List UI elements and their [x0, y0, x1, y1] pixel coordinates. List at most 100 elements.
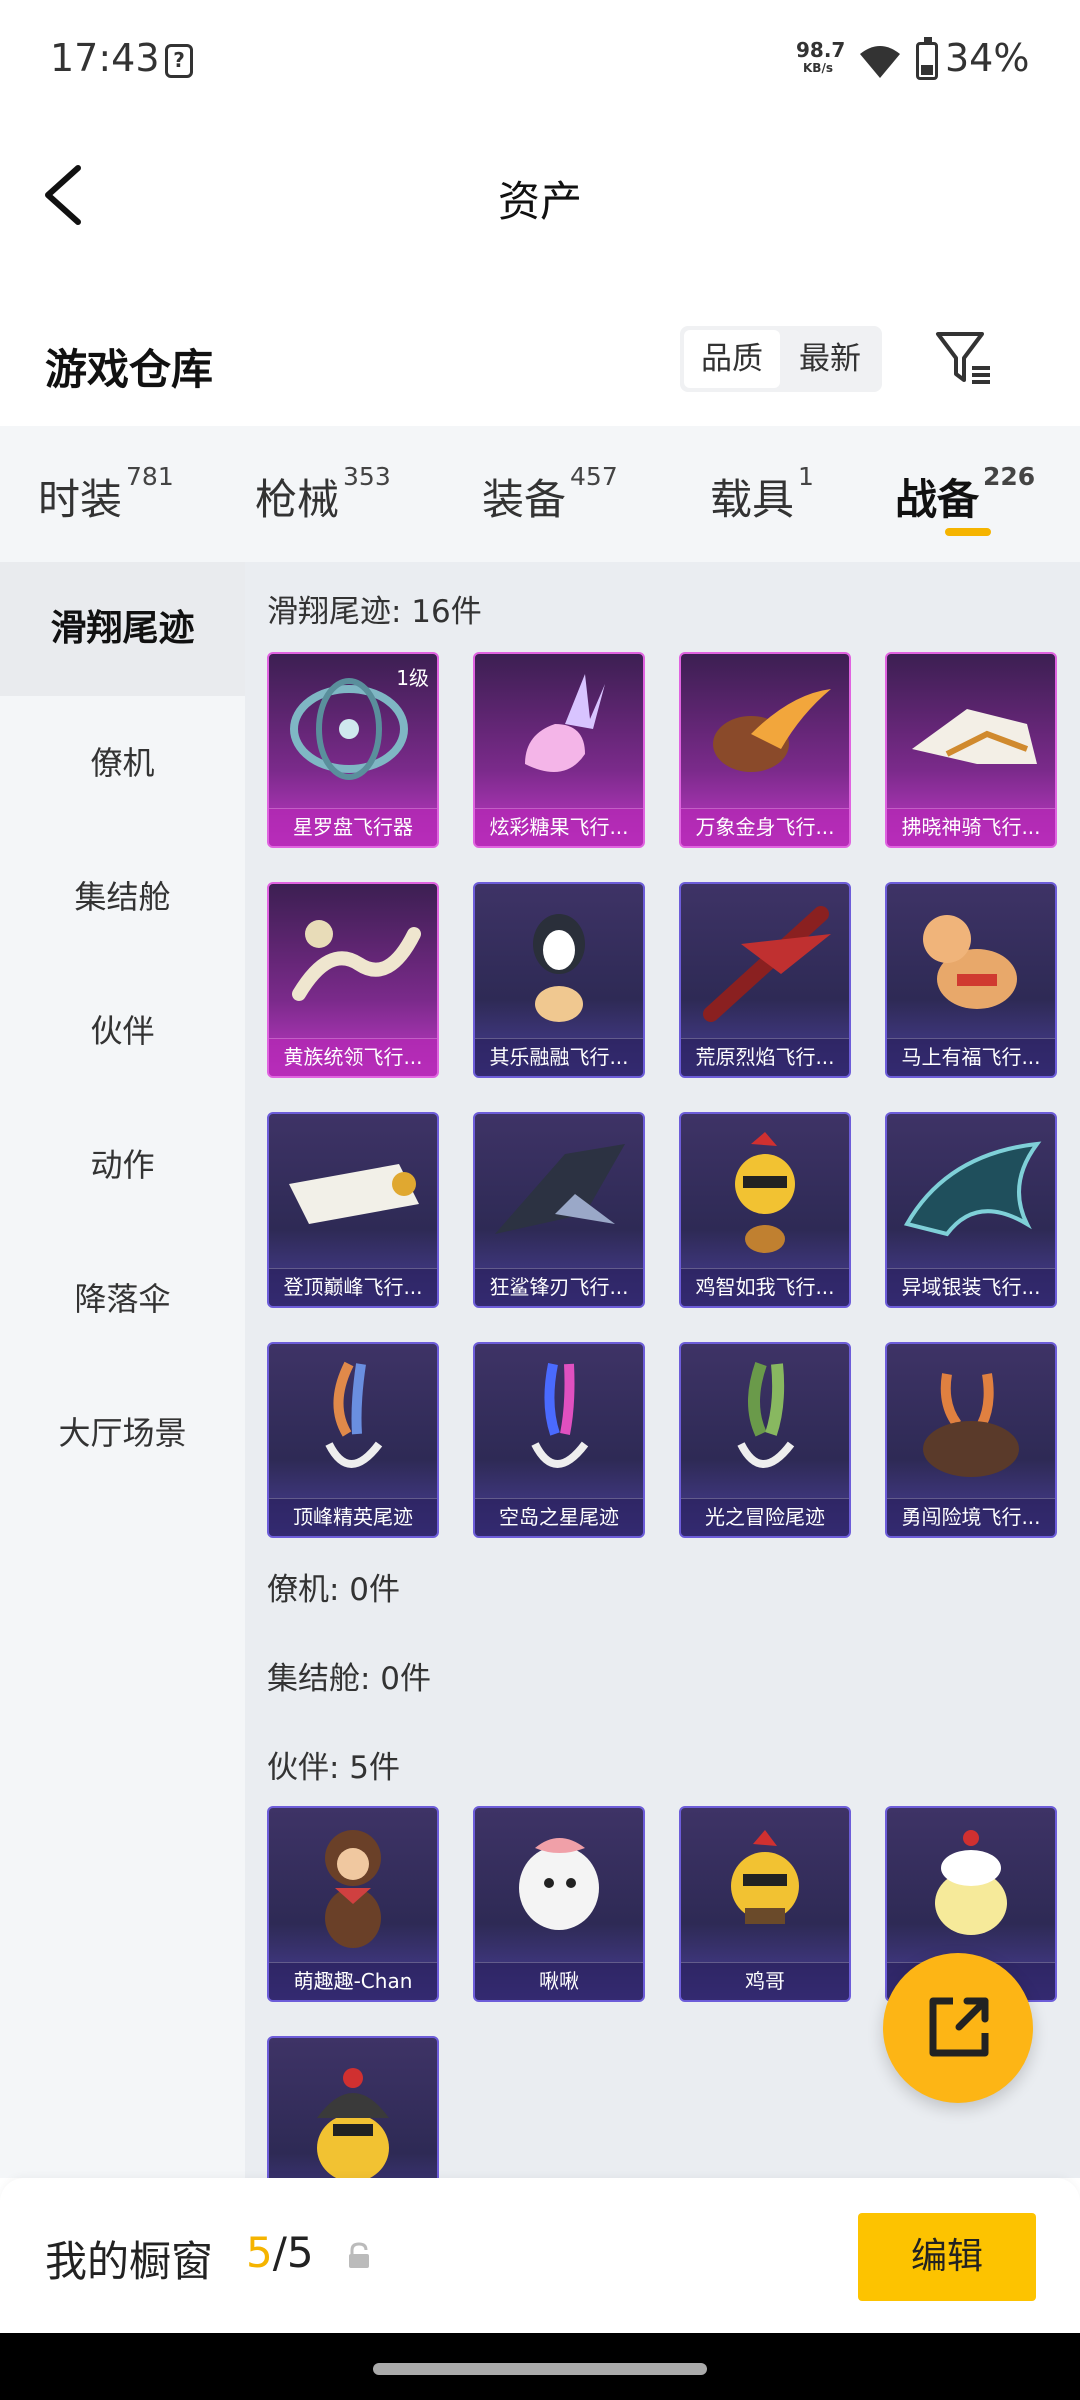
item-card[interactable]: 马上有福飞行...	[885, 882, 1057, 1078]
elite-trail-icon	[325, 1361, 383, 1468]
item-card[interactable]: 其乐融融飞行...	[473, 882, 645, 1078]
sidebar-item-emote[interactable]: 动作	[0, 1098, 245, 1232]
item-card[interactable]: 勇闯险境飞行...	[885, 1342, 1057, 1538]
horse-aircraft-icon	[923, 915, 1017, 1009]
item-name: 顶峰精英尾迹	[269, 1498, 437, 1536]
tab-combat-gear[interactable]: 战备 226	[895, 462, 1035, 527]
sort-by-quality-button[interactable]: 品质	[684, 330, 780, 388]
tab-vehicles[interactable]: 载具 1	[710, 462, 814, 527]
sort-toggle: 品质 最新	[680, 326, 882, 392]
group-title-wingman: 僚机: 0件	[267, 1572, 401, 1608]
showcase-separator: /	[272, 2228, 287, 2277]
item-name: 其乐融融飞行...	[475, 1038, 643, 1076]
share-fab[interactable]	[883, 1953, 1033, 2103]
lock-icon	[349, 2242, 369, 2268]
item-name: 啾啾	[475, 1962, 643, 2000]
active-tab-indicator	[945, 528, 991, 536]
page-title: 资产	[497, 177, 582, 226]
chicken-aircraft-icon	[735, 1132, 795, 1253]
tab-label: 战备	[895, 475, 980, 524]
rooster-partner-icon	[731, 1830, 799, 1924]
item-name: 萌趣趣-Chan	[269, 1962, 437, 2000]
category-tabs: 时装 781 枪械 353 装备 457 载具 1 战备 226	[0, 426, 1080, 562]
warehouse-header: 游戏仓库 品质 最新	[0, 300, 1080, 425]
light-adventure-trail-icon	[737, 1362, 795, 1468]
item-name: 狂鲨锋刃飞行...	[475, 1268, 643, 1306]
sidebar-item-glide-trail[interactable]: 滑翔尾迹	[0, 562, 245, 696]
section-title: 游戏仓库	[45, 345, 214, 394]
brave-aircraft-icon	[923, 1373, 1019, 1477]
item-grid-panel: 滑翔尾迹: 16件 1级 星罗盘飞行器 炫彩糖果飞行... 万象金身飞行... …	[245, 562, 1080, 2178]
item-level: 1级	[396, 666, 429, 690]
sky-star-trail-icon	[531, 1363, 589, 1468]
network-speed: 98.7 KB/s	[796, 38, 846, 75]
item-name: 光之冒险尾迹	[681, 1498, 849, 1536]
tab-label: 枪械	[255, 475, 340, 524]
item-name: 万象金身飞行...	[681, 808, 849, 846]
sidebar-item-lobby-scene[interactable]: 大厅场景	[0, 1366, 245, 1500]
bird-partner-icon	[519, 1838, 599, 1930]
tab-label: 载具	[710, 475, 795, 524]
item-card[interactable]: 登顶巅峰飞行...	[267, 1112, 439, 1308]
item-card[interactable]: 狂鲨锋刃飞行...	[473, 1112, 645, 1308]
tab-count: 1	[798, 462, 814, 491]
item-card[interactable]: 拂晓神骑飞行...	[885, 652, 1057, 848]
item-card[interactable]: 万象金身飞行...	[679, 652, 851, 848]
item-name: 鸡哥	[681, 1962, 849, 2000]
edit-button[interactable]: 编辑	[858, 2213, 1036, 2301]
item-name: 黄族统领飞行...	[269, 1038, 437, 1076]
item-card[interactable]: 黄族统领飞行...	[267, 882, 439, 1078]
item-card[interactable]: 1级 星罗盘飞行器	[267, 652, 439, 848]
sort-by-newest-button[interactable]: 最新	[782, 330, 878, 388]
help-icon: ?	[165, 44, 193, 78]
tab-count: 226	[983, 462, 1036, 491]
network-speed-value: 98.7	[796, 38, 846, 62]
item-card[interactable]: 鸡哥	[679, 1806, 851, 2002]
item-name: 空岛之星尾迹	[475, 1498, 643, 1536]
sidebar-item-wingman[interactable]: 僚机	[0, 696, 245, 830]
showcase-count: 5/5	[246, 2228, 314, 2277]
item-card[interactable]: 萌趣趣-Chan	[267, 1806, 439, 2002]
showcase-bar: 我的橱窗 5/5 编辑	[0, 2178, 1080, 2333]
system-nav-bar	[0, 2333, 1080, 2400]
shark-aircraft-icon	[495, 1144, 625, 1234]
item-name: 鸡智如我飞行...	[681, 1268, 849, 1306]
golden-aircraft-icon	[713, 689, 831, 772]
item-name: 炫彩糖果飞行...	[475, 808, 643, 846]
status-bar: 17:43 ? 98.7 KB/s 34%	[0, 0, 1080, 120]
item-name: 登顶巅峰飞行...	[269, 1268, 437, 1306]
sidebar-item-partner[interactable]: 伙伴	[0, 964, 245, 1098]
tab-label: 时装	[38, 475, 123, 524]
flame-aircraft-icon	[703, 906, 831, 1022]
item-card[interactable]	[267, 2036, 439, 2178]
item-card[interactable]: 鸡智如我飞行...	[679, 1112, 851, 1308]
network-speed-unit: KB/s	[803, 61, 833, 75]
item-card[interactable]: 顶峰精英尾迹	[267, 1342, 439, 1538]
home-indicator[interactable]	[373, 2363, 707, 2375]
external-link-icon	[929, 1997, 989, 2057]
item-card[interactable]: 啾啾	[473, 1806, 645, 2002]
showcase-label: 我的橱窗	[45, 2237, 214, 2286]
tab-equipment[interactable]: 装备 457	[482, 462, 618, 527]
tab-fashion[interactable]: 时装 781	[38, 462, 174, 527]
showcase-total: 5	[286, 2228, 314, 2277]
item-card[interactable]: 光之冒险尾迹	[679, 1342, 851, 1538]
item-card[interactable]: 空岛之星尾迹	[473, 1342, 645, 1538]
item-name: 荒原烈焰飞行...	[681, 1038, 849, 1076]
chick-partner-icon	[935, 1830, 1007, 1935]
item-card[interactable]: 异域银装飞行...	[885, 1112, 1057, 1308]
sidebar-item-assembly-pod[interactable]: 集结舱	[0, 830, 245, 964]
tab-label: 装备	[482, 475, 567, 524]
tab-firearms[interactable]: 枪械 353	[255, 462, 391, 527]
filter-icon[interactable]	[934, 328, 994, 388]
item-card[interactable]: 炫彩糖果飞行...	[473, 652, 645, 848]
penguin-aircraft-icon	[533, 914, 585, 1022]
battery-percent: 34%	[945, 36, 1030, 80]
sidebar-item-parachute[interactable]: 降落伞	[0, 1232, 245, 1366]
wifi-icon	[860, 46, 900, 78]
item-card[interactable]: 荒原烈焰飞行...	[679, 882, 851, 1078]
peak-aircraft-icon	[289, 1164, 419, 1224]
group-title-glide: 滑翔尾迹: 16件	[267, 594, 482, 630]
candy-aircraft-icon	[525, 674, 605, 772]
battery-icon	[916, 37, 938, 80]
